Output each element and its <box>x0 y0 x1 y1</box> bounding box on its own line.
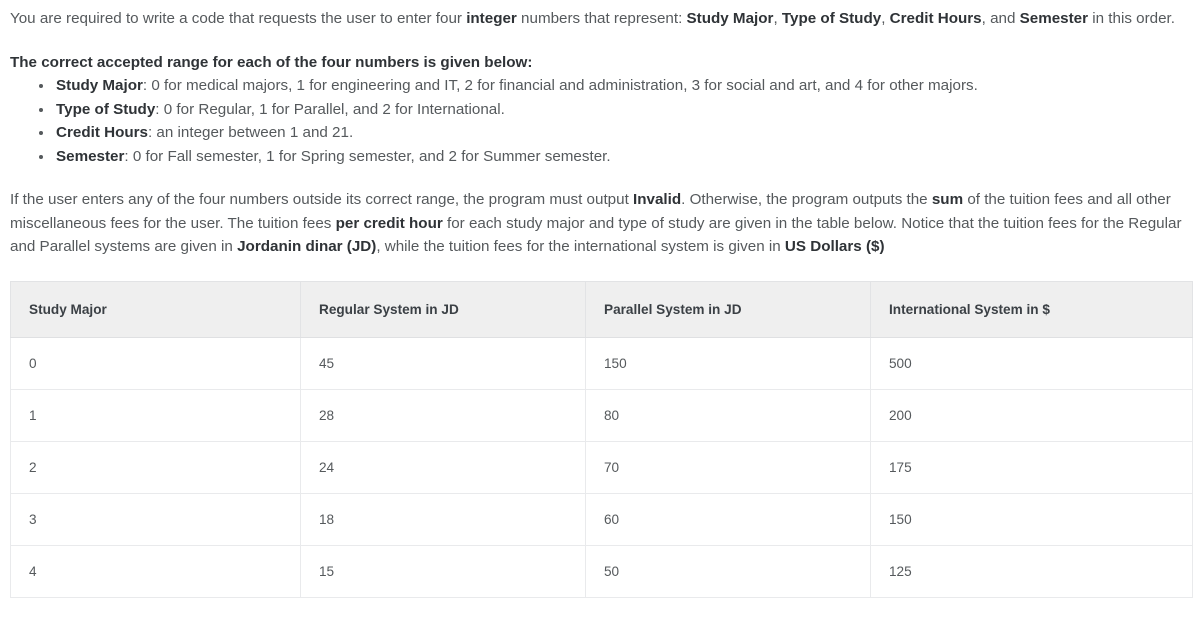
cell-parallel-system: 80 <box>585 388 871 442</box>
list-item-label: Credit Hours <box>56 124 148 141</box>
body-text: You are required to write a code that re… <box>10 10 467 27</box>
body-text: . Otherwise, the program outputs the <box>681 191 932 208</box>
table-row: 2 24 70 175 <box>10 440 1193 494</box>
list-item: Semester: 0 for Fall semester, 1 for Spr… <box>54 145 1190 169</box>
table-row: 1 28 80 200 <box>10 388 1193 442</box>
list-item-label: Type of Study <box>56 100 156 118</box>
cell-study-major: 4 <box>10 544 301 598</box>
body-text: If the user enters any of the four numbe… <box>10 191 634 208</box>
cell-study-major: 2 <box>10 440 301 494</box>
range-section-heading: The correct accepted range for each of t… <box>10 53 533 71</box>
cell-parallel-system: 150 <box>585 336 871 390</box>
body-text: in this order. <box>1088 10 1175 27</box>
table-body: 0 45 150 500 1 28 80 200 2 24 70 175 3 1… <box>10 336 1193 598</box>
body-text: , while the tuition fees for the interna… <box>376 238 785 255</box>
cell-international-system: 200 <box>870 388 1193 442</box>
cell-regular-system: 15 <box>300 544 586 598</box>
list-item-desc: : an integer between 1 and 21. <box>147 124 354 141</box>
cell-international-system: 150 <box>870 492 1193 546</box>
list-item-desc: : 0 for Fall semester, 1 for Spring seme… <box>124 147 611 165</box>
cell-parallel-system: 70 <box>585 440 871 494</box>
cell-international-system: 500 <box>870 336 1193 390</box>
list-item-label: Study Major <box>56 77 143 94</box>
table-row: 3 18 60 150 <box>10 492 1193 546</box>
column-header-regular-system: Regular System in JD <box>300 280 586 338</box>
body-text: numbers that represent: <box>516 10 687 27</box>
intro-paragraph: You are required to write a code that re… <box>0 0 1200 31</box>
column-header-study-major: Study Major <box>10 280 301 338</box>
emphasis-text: Semester <box>1019 10 1089 27</box>
cell-study-major: 3 <box>10 492 301 546</box>
list-item-label: Semester <box>56 147 125 165</box>
tuition-fees-table: Study Major Regular System in JD Paralle… <box>10 280 1193 598</box>
cell-study-major: 1 <box>10 388 301 442</box>
table-header-row: Study Major Regular System in JD Paralle… <box>10 280 1193 338</box>
emphasis-text: integer <box>466 10 517 27</box>
list-item-desc: : 0 for Regular, 1 for Parallel, and 2 f… <box>155 100 505 118</box>
cell-study-major: 0 <box>10 336 301 390</box>
cell-regular-system: 24 <box>300 440 586 494</box>
emphasis-text: sum <box>931 191 964 208</box>
body-text: , and <box>981 10 1020 27</box>
cell-regular-system: 18 <box>300 492 586 546</box>
list-item-desc: : 0 for medical majors, 1 for engineerin… <box>142 77 978 94</box>
emphasis-text: per credit hour <box>335 214 443 232</box>
cell-regular-system: 28 <box>300 388 586 442</box>
cell-parallel-system: 50 <box>585 544 871 598</box>
table-row: 0 45 150 500 <box>10 336 1193 390</box>
output-rules-paragraph: If the user enters any of the four numbe… <box>0 168 1200 259</box>
table-header: Study Major Regular System in JD Paralle… <box>10 280 1193 338</box>
emphasis-text: US Dollars ($) <box>784 238 885 255</box>
emphasis-text: Credit Hours <box>889 10 982 27</box>
table-row: 4 15 50 125 <box>10 544 1193 598</box>
list-item: Study Major: 0 for medical majors, 1 for… <box>54 74 1190 98</box>
emphasis-text: Invalid <box>633 191 682 208</box>
cell-international-system: 125 <box>870 544 1193 598</box>
cell-international-system: 175 <box>870 440 1193 494</box>
emphasis-text: Type of Study <box>781 10 882 27</box>
emphasis-text: Study Major <box>686 10 774 27</box>
cell-regular-system: 45 <box>300 336 586 390</box>
cell-parallel-system: 60 <box>585 492 871 546</box>
document-page: You are required to write a code that re… <box>0 0 1200 623</box>
body-text: , <box>773 10 782 27</box>
column-header-parallel-system: Parallel System in JD <box>585 280 871 338</box>
list-item: Credit Hours: an integer between 1 and 2… <box>54 121 1190 145</box>
accepted-range-list: Study Major: 0 for medical majors, 1 for… <box>0 74 1200 168</box>
emphasis-text: Jordanin dinar (JD) <box>237 238 377 255</box>
column-header-international-system: International System in $ <box>870 280 1193 338</box>
fees-table-container: Study Major Regular System in JD Paralle… <box>10 280 1193 598</box>
body-text: , <box>881 10 890 27</box>
list-item: Type of Study: 0 for Regular, 1 for Para… <box>54 98 1190 122</box>
